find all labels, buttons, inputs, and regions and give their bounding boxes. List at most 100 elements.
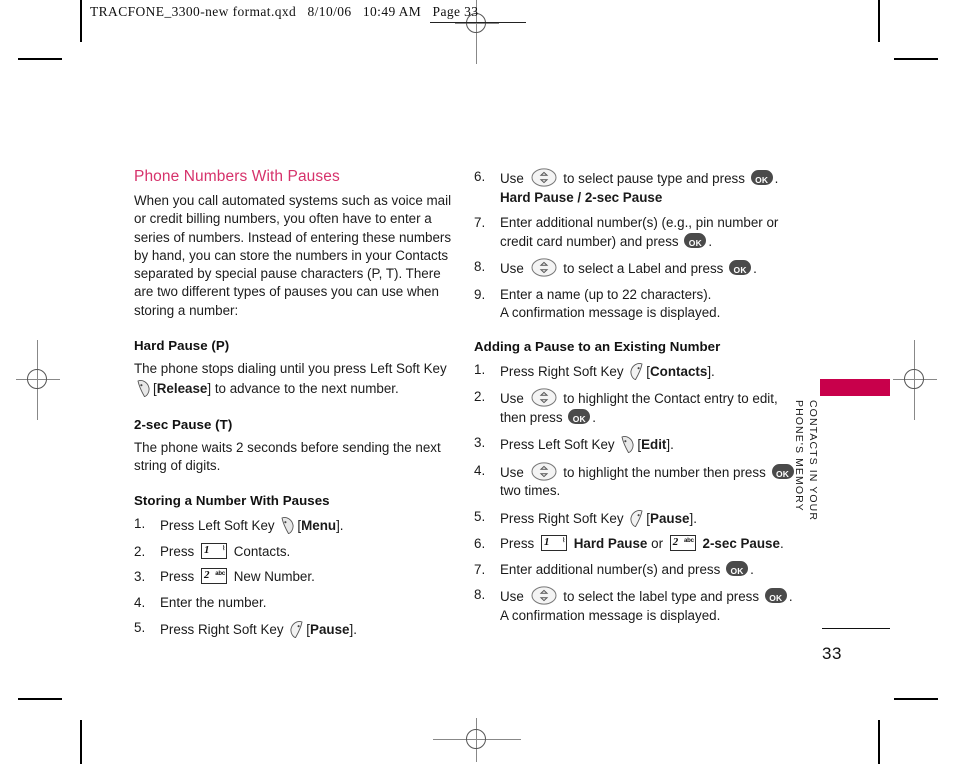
step-number: 3. [474, 435, 486, 450]
list-item: 6. Use to select pause type and press . H… [474, 168, 804, 207]
left-soft-key-icon [280, 515, 295, 535]
step-text: Enter a name (up to 22 characters). [500, 286, 712, 302]
intro-paragraph: When you call automated systems such as … [134, 193, 452, 318]
bracket-close: ]. [336, 518, 344, 534]
pause-key-label: Pause [310, 622, 350, 638]
registration-mark-bottom-center [433, 718, 521, 762]
pause-type-options: Hard Pause / 2-sec Pause [500, 189, 663, 205]
chapter-tab-bar [820, 379, 890, 396]
two-sec-pause-text: The phone waits 2 seconds before sending… [134, 439, 441, 473]
step-text-after: . [788, 589, 793, 604]
step-text-after: . [779, 536, 784, 551]
ok-key-icon [726, 560, 749, 580]
chapter-label-line1: CONTACTS IN YOUR [807, 400, 819, 522]
ok-key-icon [750, 170, 773, 190]
list-item: 1. Press Right Soft Key [Contacts]. [474, 361, 804, 382]
pause-key-label: Pause [650, 510, 690, 526]
left-soft-key-icon [136, 378, 151, 398]
chapter-label-line2: PHONE'S MEMORY [793, 400, 805, 512]
step-text: Use [500, 589, 524, 604]
right-soft-key-icon [289, 619, 304, 639]
confirmation-note: A confirmation message is displayed. [500, 305, 721, 320]
list-item: 8. Use to select a Label and press . [474, 258, 804, 280]
step-text: Press Right Soft Key [160, 622, 284, 638]
step-number: 4. [134, 594, 146, 610]
step-text-after: . [774, 171, 779, 186]
release-key-label: Release [156, 381, 208, 397]
key-1-digit: 1 [203, 543, 210, 556]
step-number: 6. [474, 536, 486, 551]
step-subline-text: two times. [500, 483, 561, 498]
crop-mark-top-right-vertical [878, 0, 880, 42]
key-1-icon: 1 ⌇ [200, 542, 227, 559]
step-number: 4. [474, 462, 486, 478]
print-header-rule [430, 22, 526, 23]
confirmation-note: A confirmation message is displayed. [500, 607, 721, 623]
print-header-text: TRACFONE_3300-new format.qxd 8/10/06 10:… [90, 4, 479, 19]
crop-mark-bottom-left-horizontal [18, 698, 62, 700]
nav-key-icon [531, 388, 557, 407]
hard-pause-heading: Hard Pause (P) [134, 338, 230, 354]
step-text-middle: to select a Label and press [563, 261, 724, 276]
storing-number-heading: Storing a Number With Pauses [134, 493, 330, 509]
adding-steps-list: 1. Press Right Soft Key [Contacts]. 2. Use [474, 361, 804, 626]
bracket-close: ]. [689, 510, 697, 526]
step-text: Press Left Soft Key [500, 437, 615, 452]
two-sec-pause-heading: 2-sec Pause (T) [134, 416, 233, 432]
step-number: 1. [474, 361, 486, 377]
step-number: 9. [474, 286, 486, 302]
step-number: 6. [474, 169, 486, 184]
step-subline: then press . [500, 408, 804, 428]
step-text-after: . [750, 561, 754, 577]
ok-key-icon [764, 588, 787, 608]
left-soft-key-icon [620, 434, 635, 453]
step-text-middle: to select the label type and press [563, 589, 760, 604]
hard-pause-text-after: to advance to the next number. [211, 381, 399, 397]
step-number: 5. [134, 620, 146, 636]
step-text: Press [160, 569, 195, 585]
step-text: Press Right Soft Key [500, 363, 624, 379]
step-text: Press Left Soft Key [160, 518, 275, 534]
key-2-sublabel: abc [684, 538, 694, 544]
contacts-key-label: Contacts [650, 363, 708, 379]
step-text: Enter additional number(s) (e.g., pin nu… [500, 215, 779, 249]
nav-key-icon [531, 258, 557, 277]
step-text: Use [500, 171, 524, 186]
step-number: 1. [134, 516, 146, 532]
step-number: 5. [474, 508, 486, 524]
step-number: 8. [474, 587, 486, 602]
list-item: 9. Enter a name (up to 22 characters). A … [474, 286, 804, 323]
step-text: Press [500, 536, 535, 551]
crop-mark-bottom-left-vertical [80, 720, 82, 764]
step-text-after: New Number. [233, 569, 315, 585]
step-text-after: . [708, 233, 713, 249]
crop-mark-top-left-vertical [80, 0, 82, 42]
bracket-close: ]. [349, 622, 357, 638]
key-2-digit: 2 [672, 536, 679, 548]
list-item: 6. Press 1 ⌇ Hard Pause or 2 abc 2-sec Pa… [474, 535, 804, 554]
list-item: 3. Press 2 abc New Number. [134, 568, 452, 587]
step-text: Use [500, 464, 524, 480]
crop-mark-top-right-horizontal [894, 58, 938, 60]
crop-mark-bottom-right-vertical [878, 720, 880, 764]
key-1-sublabel: ⌇ [222, 545, 225, 552]
step-subline-text: then press [500, 409, 563, 425]
key-2-icon: 2 abc [669, 535, 696, 551]
ok-key-icon [568, 408, 591, 428]
storing-steps-list: 1. Press Left Soft Key [Menu]. 2. Press 1 … [134, 515, 452, 640]
page-title: Phone Numbers With Pauses [134, 168, 340, 185]
step-text-after: . [753, 261, 757, 276]
ok-key-icon [684, 232, 707, 252]
key-2-digit: 2 [203, 569, 210, 582]
list-item: 7. Enter additional number(s) (e.g., pin … [474, 214, 804, 252]
list-item: 7. Enter additional number(s) and press . [474, 560, 804, 580]
step-text: Use [500, 261, 524, 276]
ok-key-icon [729, 260, 752, 280]
step-text: Use [500, 391, 524, 406]
registration-mark-right-center [893, 340, 937, 420]
bracket-close: ]. [707, 363, 715, 379]
chapter-side-label: CONTACTS IN YOUR PHONE'S MEMORY [790, 400, 820, 580]
right-soft-key-icon [629, 361, 644, 380]
right-column: 6. Use to select pause type and press . H… [474, 168, 804, 632]
left-column: Phone Numbers With Pauses When you call … [134, 168, 452, 647]
